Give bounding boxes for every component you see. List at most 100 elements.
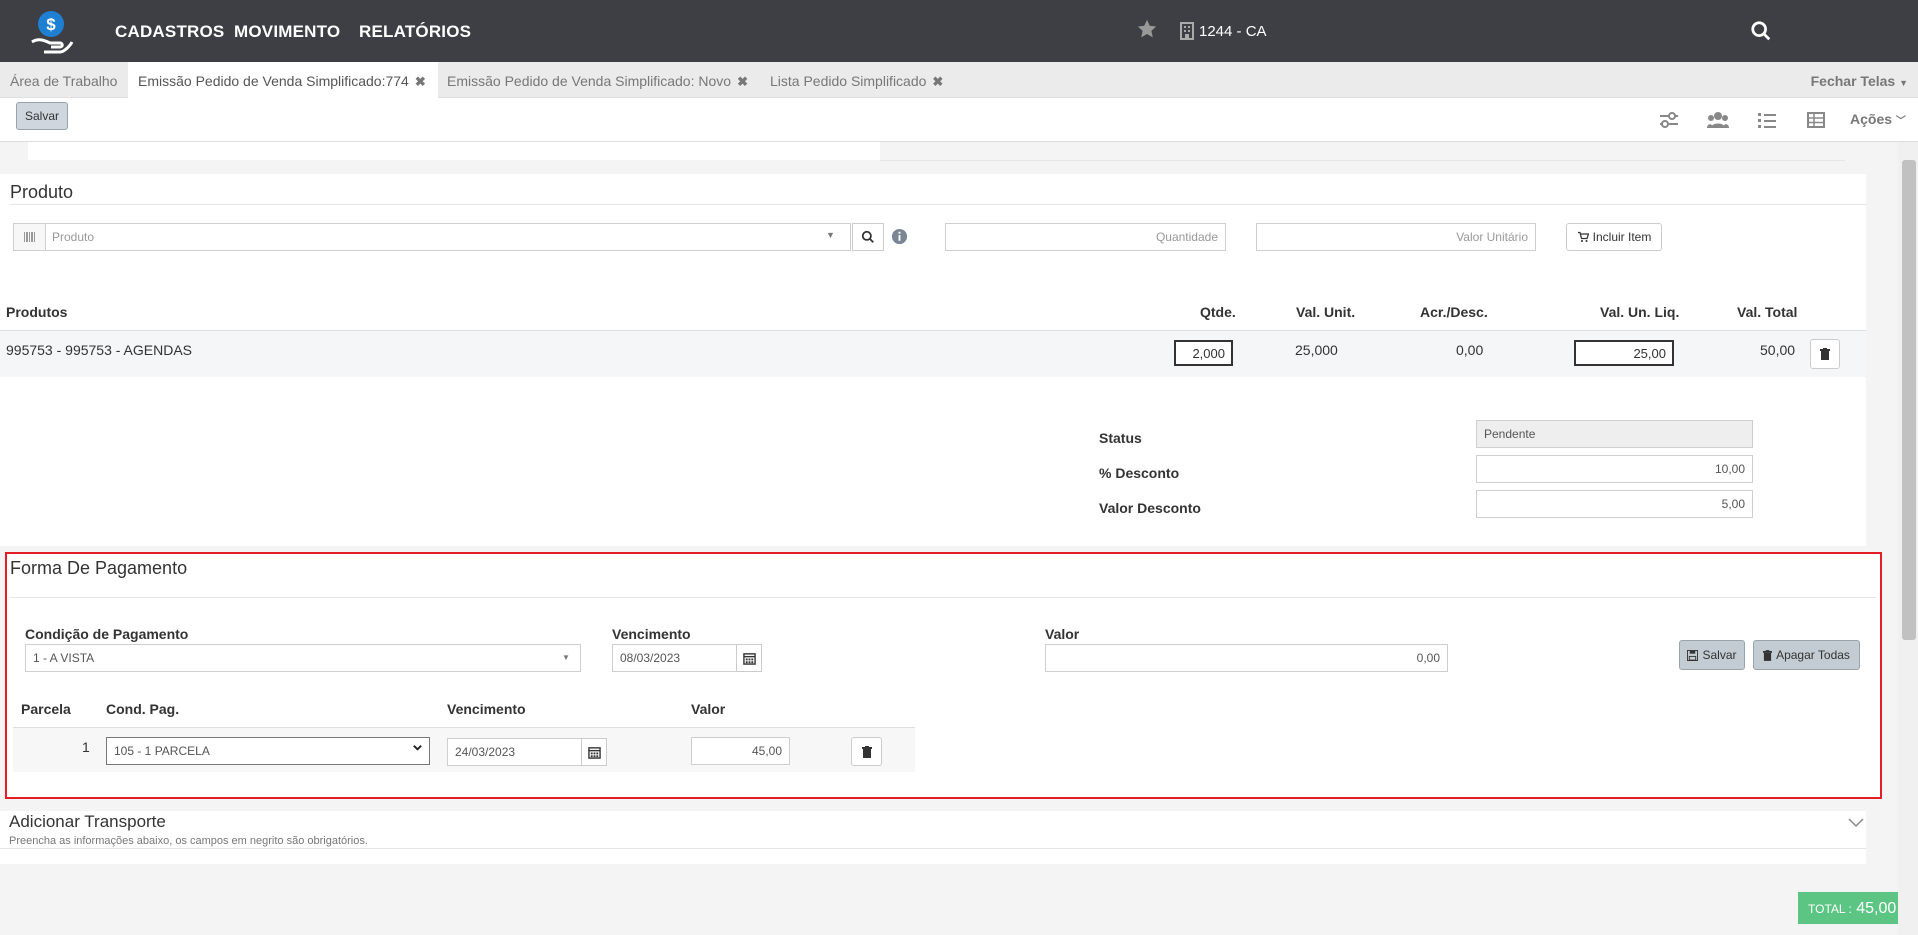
top-navbar: $ CADASTROS MOVIMENTO RELATÓRIOS 1244 - … [0, 0, 1918, 62]
branch-label: 1244 - CA [1199, 22, 1267, 40]
quantity-input[interactable]: Quantidade [945, 223, 1226, 251]
col-header-val-un-liq: Val. Un. Liq. [1600, 304, 1680, 320]
nav-relatorios[interactable]: RELATÓRIOS [359, 22, 471, 42]
nav-cadastros[interactable]: CADASTROS [115, 22, 224, 42]
tab-bar: Área de Trabalho Emissão Pedido de Venda… [0, 62, 1918, 98]
installment-amount-input[interactable]: 45,00 [691, 737, 790, 765]
transport-title: Adicionar Transporte [9, 812, 166, 831]
delete-all-button[interactable]: Apagar Todas [1753, 640, 1860, 670]
tab-label: Emissão Pedido de Venda Simplificado:774 [138, 73, 409, 89]
calendar-icon[interactable] [736, 644, 762, 672]
delete-item-button[interactable] [1810, 339, 1840, 369]
app-logo-icon[interactable]: $ [26, 6, 76, 56]
due-date-input[interactable]: 08/03/2023 [612, 644, 737, 672]
actions-dropdown[interactable]: Ações ﹀ [1850, 111, 1906, 127]
caret-down-icon: ▼ [1899, 78, 1908, 88]
sliders-icon[interactable] [1658, 110, 1680, 130]
save-button[interactable]: Salvar [16, 102, 68, 130]
product-search-input[interactable]: Produto [13, 223, 851, 251]
save-payment-label: Salvar [1702, 648, 1737, 662]
divider [880, 160, 1845, 161]
list-icon[interactable] [1756, 110, 1778, 130]
delete-installment-button[interactable] [851, 737, 882, 766]
discount-percent-label: % Desconto [1099, 465, 1180, 481]
floppy-icon [1687, 649, 1699, 661]
transport-subtitle: Preencha as informações abaixo, os campo… [9, 835, 368, 847]
divider [10, 204, 1866, 205]
product-search-button[interactable] [852, 223, 884, 251]
divider [10, 597, 1876, 598]
chevron-down-icon[interactable] [1848, 818, 1864, 828]
unit-value-input[interactable]: Valor Unitário [1256, 223, 1536, 251]
cell-parcela: 1 [82, 739, 90, 755]
close-all-label: Fechar Telas [1810, 73, 1896, 89]
star-icon[interactable] [1136, 18, 1158, 40]
trash-icon [861, 745, 872, 758]
amount-input[interactable]: 0,00 [1045, 644, 1448, 672]
payment-title: Forma De Pagamento [10, 558, 188, 578]
caret-down-icon[interactable]: ▼ [826, 230, 835, 240]
installment-due-date-input[interactable]: 24/03/2023 [447, 738, 582, 766]
close-tab-icon[interactable]: ✖ [932, 74, 943, 89]
tab-label: Emissão Pedido de Venda Simplificado: No… [447, 73, 732, 89]
col-header-cond-pag: Cond. Pag. [106, 701, 180, 717]
close-tab-icon[interactable]: ✖ [737, 74, 748, 89]
caret-down-icon: ▼ [562, 653, 570, 662]
val-un-liq-input[interactable]: 25,00 [1574, 340, 1674, 366]
col-header-parcela: Parcela [21, 701, 71, 717]
amount-label: Valor [1045, 626, 1080, 642]
calendar-icon[interactable] [581, 738, 607, 766]
status-field: Pendente [1476, 420, 1753, 448]
col-header-qtde: Qtde. [1200, 304, 1236, 320]
total-badge: TOTAL : 45,00 [1798, 892, 1898, 924]
payment-condition-label: Condição de Pagamento [25, 626, 189, 642]
close-all-tabs-button[interactable]: Fechar Telas ▼ [1811, 73, 1908, 89]
due-date-label: Vencimento [612, 626, 691, 642]
tab-area-trabalho[interactable]: Área de Trabalho [0, 62, 129, 98]
tab-label: Área de Trabalho [10, 73, 118, 89]
total-label: TOTAL : [1808, 902, 1852, 916]
table-icon[interactable] [1805, 110, 1827, 130]
branch-selector[interactable]: 1244 - CA [1180, 22, 1267, 40]
search-icon[interactable] [1750, 20, 1772, 42]
add-item-button[interactable]: Incluir Item [1566, 223, 1662, 251]
save-payment-button[interactable]: Salvar [1679, 640, 1745, 670]
previous-panel-bottom [28, 142, 880, 160]
quantity-placeholder: Quantidade [1155, 230, 1218, 244]
cell-acr-desc: 0,00 [1456, 342, 1484, 358]
col-header-val-unit: Val. Unit. [1296, 304, 1356, 320]
divider [0, 848, 1866, 849]
tab-pedido-novo[interactable]: Emissão Pedido de Venda Simplificado: No… [437, 62, 760, 98]
scrollbar-thumb[interactable] [1902, 160, 1916, 640]
col-header-produtos: Produtos [6, 304, 68, 320]
discount-value-input[interactable]: 5,00 [1476, 490, 1753, 518]
chevron-down-icon: ﹀ [1895, 116, 1906, 127]
users-icon[interactable] [1707, 110, 1729, 130]
col-header-acr-desc: Acr./Desc. [1420, 304, 1488, 320]
chevron-down-icon [412, 742, 423, 753]
add-item-label: Incluir Item [1592, 230, 1652, 244]
close-tab-icon[interactable]: ✖ [415, 74, 426, 89]
status-label: Status [1099, 430, 1142, 446]
info-icon[interactable] [891, 228, 908, 245]
col-header-vencimento: Vencimento [447, 701, 526, 717]
col-header-valor: Valor [691, 701, 726, 717]
delete-all-label: Apagar Todas [1776, 648, 1850, 662]
payment-condition-select[interactable]: 1 - A VISTA [25, 644, 581, 672]
actions-label: Ações [1850, 111, 1893, 127]
nav-movimento[interactable]: MOVIMENTO [234, 22, 340, 42]
tab-lista-pedido[interactable]: Lista Pedido Simplificado ✖ [760, 62, 955, 98]
col-header-val-total: Val. Total [1737, 304, 1798, 320]
discount-percent-input[interactable]: 10,00 [1476, 455, 1753, 483]
cart-icon [1577, 231, 1589, 242]
trash-icon [1763, 649, 1773, 661]
qtde-input[interactable]: 2,000 [1174, 340, 1233, 366]
discount-value-label: Valor Desconto [1099, 500, 1201, 516]
tab-pedido-774[interactable]: Emissão Pedido de Venda Simplificado:774… [128, 62, 438, 98]
produto-title: Produto [10, 182, 74, 202]
tab-label: Lista Pedido Simplificado [770, 73, 927, 89]
installment-condition-select[interactable]: 105 - 1 PARCELA [106, 737, 430, 765]
trash-icon [1820, 348, 1830, 360]
cell-val-unit: 25,000 [1295, 342, 1338, 358]
svg-text:$: $ [46, 15, 56, 34]
